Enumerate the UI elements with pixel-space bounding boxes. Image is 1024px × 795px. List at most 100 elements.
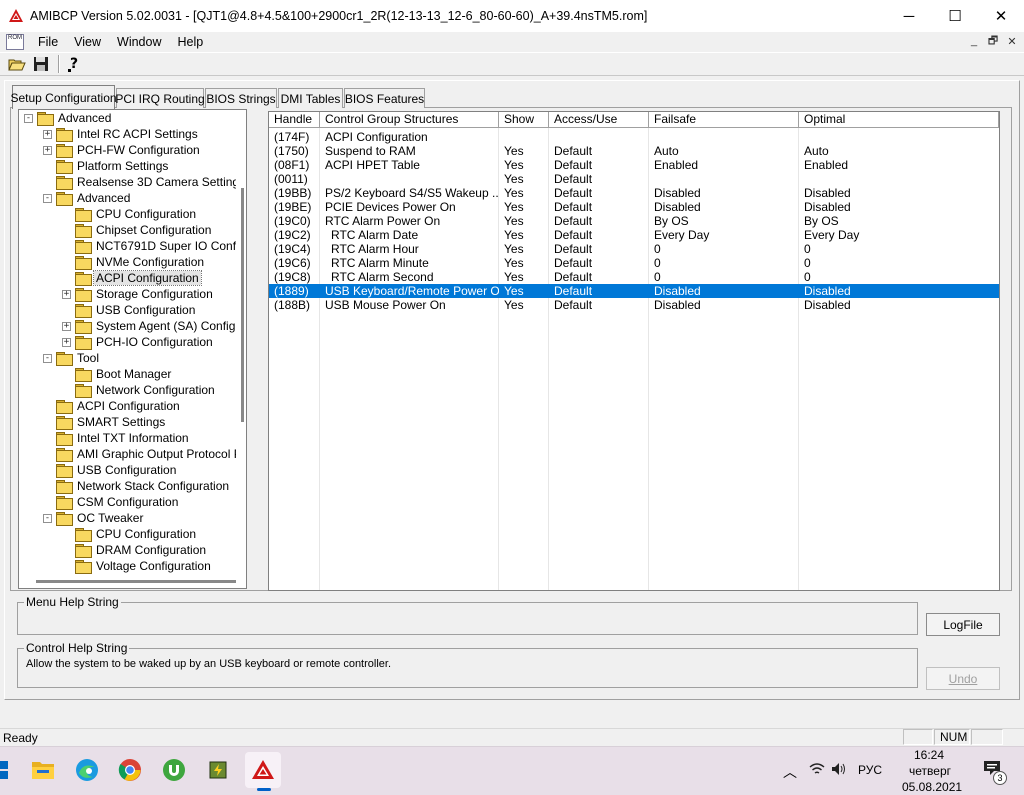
tree-node[interactable]: Intel RC ACPI Settings	[56, 126, 200, 142]
tree-node[interactable]: Boot Manager	[75, 366, 173, 382]
menu-window[interactable]: Window	[109, 35, 169, 49]
network-button[interactable]	[809, 762, 825, 779]
table-row[interactable]: (08F1) ACPI HPET Table Yes Default Enabled En…	[269, 158, 999, 172]
tab-setup-configuration[interactable]: Setup Configuration	[10, 85, 117, 109]
title-bar[interactable]: AMIBCP Version 5.02.0031 - [QJT1@4.8+4.5…	[0, 0, 1024, 32]
folder-icon	[75, 239, 92, 254]
tree-node[interactable]: PCH-FW Configuration	[56, 142, 202, 158]
table-row[interactable]: (0011) Yes Default	[269, 172, 999, 186]
tree-node[interactable]: ACPI Configuration	[75, 270, 202, 286]
table-row[interactable]: (1750) Suspend to RAM Yes Default Auto Auto	[269, 144, 999, 158]
clock-day[interactable]: четверг	[909, 764, 951, 778]
tree-node[interactable]: USB Configuration	[56, 462, 178, 478]
col-show-header[interactable]: Show	[499, 112, 549, 128]
table-row[interactable]: (174F) ACPI Configuration	[269, 130, 999, 144]
save-button[interactable]	[30, 54, 52, 74]
tree-expand-icon[interactable]: +	[43, 130, 52, 139]
mdi-minimize-button[interactable]: _	[966, 34, 982, 48]
tab-pci-irq-routing[interactable]: PCI IRQ Routing	[115, 88, 205, 108]
menu-help[interactable]: Help	[170, 35, 212, 49]
tree-node[interactable]: Intel TXT Information	[56, 430, 191, 446]
taskbar-chrome[interactable]	[112, 752, 148, 788]
close-button[interactable]: ✕	[978, 0, 1024, 32]
menu-file[interactable]: File	[30, 35, 66, 49]
show-hidden-icons-button[interactable]: ︿	[783, 762, 797, 782]
tree-node[interactable]: Network Configuration	[75, 382, 217, 398]
tree-collapse-icon[interactable]: -	[43, 354, 52, 363]
tree-node[interactable]: USB Configuration	[75, 302, 197, 318]
tree-collapse-icon[interactable]: -	[43, 194, 52, 203]
col-access-use-cell: Default	[554, 270, 593, 284]
table-row[interactable]: (19C0) RTC Alarm Power On Yes Default By OS B…	[269, 214, 999, 228]
table-row[interactable]: (188B) USB Mouse Power On Yes Default Disabl…	[269, 298, 999, 312]
col-control-group-header[interactable]: Control Group Structures	[320, 112, 499, 128]
tree-node[interactable]: Storage Configuration	[75, 286, 215, 302]
tree-expand-icon[interactable]: +	[62, 322, 71, 331]
table-row[interactable]: (19C6) RTC Alarm Minute Yes Default 0 0	[269, 256, 999, 270]
help-button[interactable]: ?	[64, 54, 86, 74]
table-row[interactable]: (19C8) RTC Alarm Second Yes Default 0 0	[269, 270, 999, 284]
col-optimal-header[interactable]: Optimal	[799, 112, 999, 128]
mdi-close-button[interactable]: ✕	[1004, 34, 1020, 48]
tree-node[interactable]: Advanced	[37, 110, 113, 126]
tree-node[interactable]: PCH-IO Configuration	[75, 334, 215, 350]
taskbar-throttlestop[interactable]	[200, 752, 236, 788]
rom-document-icon[interactable]: ROM	[6, 34, 24, 50]
clock-time[interactable]: 16:24	[914, 748, 944, 762]
clock-date[interactable]: 05.08.2021	[902, 780, 962, 794]
maximize-button[interactable]: ☐	[932, 0, 978, 32]
tree-collapse-icon[interactable]: -	[43, 514, 52, 523]
tree-node[interactable]: Tool	[56, 350, 101, 366]
taskbar-utorrent[interactable]	[156, 752, 192, 788]
table-row[interactable]: (19BE) PCIE Devices Power On Yes Default Dis…	[269, 200, 999, 214]
tree-node[interactable]: CPU Configuration	[75, 526, 198, 542]
tab-bios-features[interactable]: BIOS Features	[344, 88, 425, 108]
tree-node[interactable]: Realsense 3D Camera Settings	[56, 174, 246, 190]
tree-expand-icon[interactable]: +	[43, 146, 52, 155]
col-handle-header[interactable]: Handle	[269, 112, 320, 128]
taskbar-explorer[interactable]	[25, 752, 61, 788]
tree-node[interactable]: Network Stack Configuration	[56, 478, 231, 494]
control-grid[interactable]: Handle Control Group Structures Show Access…	[268, 111, 1000, 591]
start-button[interactable]	[0, 752, 18, 788]
menu-view[interactable]: View	[66, 35, 109, 49]
tab-bios-strings[interactable]: BIOS Strings	[205, 88, 277, 108]
volume-button[interactable]	[831, 762, 847, 779]
tree-node[interactable]: CPU Configuration	[75, 206, 198, 222]
minimize-button[interactable]: ─	[886, 0, 932, 32]
tree-node[interactable]: AMI Graphic Output Protocol Poli	[56, 446, 246, 462]
setup-tree[interactable]: - Advanced + Intel RC ACPI Settings + PCH-FW …	[18, 109, 247, 589]
tree-node[interactable]: System Agent (SA) Configurat	[75, 318, 246, 334]
tree-node[interactable]: CSM Configuration	[56, 494, 180, 510]
tree-collapse-icon[interactable]: -	[24, 114, 33, 123]
tree-node[interactable]: Advanced	[56, 190, 132, 206]
tree-node[interactable]: DRAM Configuration	[75, 542, 208, 558]
taskbar-edge[interactable]	[69, 752, 105, 788]
tree-expand-icon[interactable]: +	[62, 338, 71, 347]
table-row[interactable]: (19BB) PS/2 Keyboard S4/S5 Wakeup ... Yes D…	[269, 186, 999, 200]
tree-node[interactable]: Platform Settings	[56, 158, 170, 174]
tab-dmi-tables[interactable]: DMI Tables	[278, 88, 343, 108]
tree-node[interactable]: OC Tweaker	[56, 510, 145, 526]
tree-hscroll-thumb[interactable]	[36, 580, 236, 583]
col-failsafe-header[interactable]: Failsafe	[649, 112, 799, 128]
undo-button[interactable]: Undo	[926, 667, 1000, 690]
taskbar-amibcp[interactable]	[245, 752, 281, 788]
table-row[interactable]: (19C2) RTC Alarm Date Yes Default Every Day E…	[269, 228, 999, 242]
input-language-button[interactable]: РУС	[858, 763, 882, 777]
mdi-restore-button[interactable]: 🗗	[985, 34, 1001, 48]
table-row[interactable]: (1889) USB Keyboard/Remote Power On Yes Def…	[269, 284, 999, 298]
table-row[interactable]: (19C4) RTC Alarm Hour Yes Default 0 0	[269, 242, 999, 256]
tree-scroll-thumb[interactable]	[241, 188, 244, 422]
logfile-button[interactable]: LogFile	[926, 613, 1000, 636]
tree-node[interactable]: SMART Settings	[56, 414, 167, 430]
tree-node[interactable]: Voltage Configuration	[75, 558, 213, 574]
tree-expand-icon[interactable]: +	[62, 290, 71, 299]
open-button[interactable]	[6, 54, 28, 74]
tree-node[interactable]: ACPI Configuration	[56, 398, 182, 414]
col-show-cell	[499, 130, 549, 144]
tree-node[interactable]: Chipset Configuration	[75, 222, 213, 238]
col-access-use-header[interactable]: Access/Use	[549, 112, 649, 128]
tree-node[interactable]: NVMe Configuration	[75, 254, 206, 270]
tree-node[interactable]: NCT6791D Super IO Configu	[75, 238, 246, 254]
